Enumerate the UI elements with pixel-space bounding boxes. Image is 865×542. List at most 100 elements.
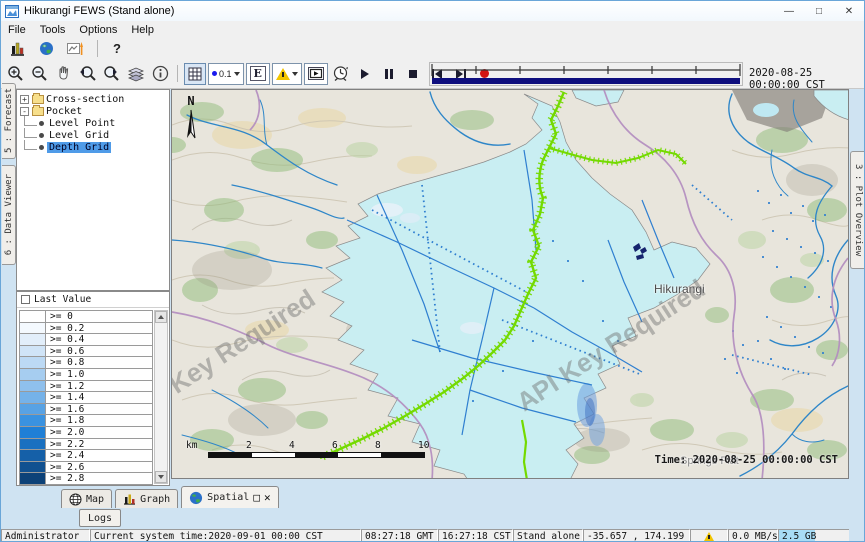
sidebar-tab-data-viewer[interactable]: 6 : Data Viewer (2, 165, 16, 265)
tree-item-level-point[interactable]: Level Point (17, 117, 169, 129)
status-gmt-time: 08:27:18 GMT (361, 529, 438, 542)
left-tab-strip: 5 : Forecast 6 : Data Viewer (1, 89, 16, 486)
forecast-chart-icon[interactable] (6, 38, 28, 60)
legend-row: >= 0.4 (20, 334, 152, 346)
sidebar-tab-plot-overview[interactable]: 3 : Plot Overview (850, 151, 865, 269)
legend-swatch (20, 346, 46, 357)
main-area: 5 : Forecast 6 : Data Viewer + Cross-sect… (1, 89, 865, 486)
menu-help[interactable]: Help (124, 23, 161, 37)
tree-item-label[interactable]: Cross-section (44, 94, 126, 105)
tree-toggle-icon[interactable]: + (20, 95, 29, 104)
logs-row: Logs (1, 508, 865, 529)
legend-swatch (20, 404, 46, 415)
play-button[interactable] (354, 63, 376, 85)
legend-row: >= 2.0 (20, 427, 152, 439)
app-window: Hikurangi FEWS (Stand alone) — □ ✕ FileT… (0, 0, 865, 542)
legend-label: >= 0 (46, 311, 73, 322)
map-time-label: Time: 2020-08-25 00:00:00 CST (655, 454, 838, 466)
stop-button[interactable] (402, 63, 424, 85)
legend-row: >= 1.8 (20, 415, 152, 427)
menu-file[interactable]: File (1, 23, 33, 37)
label-icon: E (250, 66, 266, 81)
tree-item-cross-section[interactable]: + Cross-section (17, 93, 169, 105)
legend-label: >= 2.2 (46, 439, 84, 450)
tree-item-label[interactable]: Depth Grid (47, 142, 111, 153)
label-display-button[interactable]: E (246, 63, 270, 85)
scale-tick-label: 6 (332, 440, 338, 451)
close-button[interactable]: ✕ (834, 1, 864, 21)
scroll-down-icon[interactable] (155, 471, 167, 483)
node-dot-icon (39, 145, 44, 150)
scale-tick-label: 2 (246, 440, 252, 451)
tree-item-depth-grid[interactable]: Depth Grid (17, 141, 169, 153)
status-warning[interactable] (690, 529, 728, 542)
status-network: 0.0 MB/s (728, 529, 778, 542)
scale-tick-label: 10 (418, 440, 429, 451)
legend-row: >= 2.6 (20, 462, 152, 474)
folder-icon (32, 107, 44, 116)
tab-close-icon[interactable]: ✕ (264, 491, 271, 504)
zoom-previous-icon[interactable] (77, 63, 99, 85)
window-title: Hikurangi FEWS (Stand alone) (24, 5, 174, 17)
globe-icon[interactable] (35, 38, 57, 60)
tree-toggle-icon[interactable]: - (20, 107, 29, 116)
map-toolbar: 0.1 E (1, 59, 864, 89)
info-icon[interactable] (149, 63, 171, 85)
tree-item-label[interactable]: Pocket (44, 106, 84, 117)
node-dot-icon (39, 121, 44, 126)
scale-unit: km (186, 440, 197, 451)
legend-label: >= 1.8 (46, 415, 84, 426)
legend-label: >= 1.6 (46, 404, 84, 415)
grid-display-button[interactable] (184, 63, 206, 85)
menu-bar: FileToolsOptionsHelp (1, 21, 864, 38)
scale-tick-label: 8 (375, 440, 381, 451)
legend-swatch (20, 427, 46, 438)
main-toolbar: ? (1, 38, 864, 59)
legend-row: >= 1.2 (20, 381, 152, 393)
legend-table: >= 0>= 0.2>= 0.4>= 0.6>= 0.8>= 1.0>= 1.2… (19, 310, 153, 485)
legend-swatch (20, 381, 46, 392)
legend-label: >= 2.6 (46, 462, 84, 473)
tree-item-pocket[interactable]: - Pocket (17, 105, 169, 117)
animation-settings-icon[interactable] (330, 63, 352, 85)
sidebar-tab-forecast[interactable]: 5 : Forecast (2, 83, 16, 159)
zoom-in-icon[interactable] (5, 63, 27, 85)
legend-panel: Last Value >= 0>= 0.2>= 0.4>= 0.6>= 0.8>… (16, 291, 170, 486)
time-slider[interactable] (429, 62, 743, 87)
contour-value-dropdown[interactable]: 0.1 (208, 63, 244, 85)
tree-item-label[interactable]: Level Grid (47, 130, 111, 141)
legend-swatch (20, 334, 46, 345)
tab-map[interactable]: Map (61, 489, 112, 508)
zoom-out-icon[interactable] (29, 63, 51, 85)
tree-item-level-grid[interactable]: Level Grid (17, 129, 169, 141)
last-value-checkbox[interactable] (21, 295, 30, 304)
menu-tools[interactable]: Tools (33, 23, 73, 37)
legend-label: >= 2.0 (46, 427, 84, 438)
map-canvas (172, 90, 849, 479)
warning-filter-dropdown[interactable] (272, 63, 302, 85)
zoom-next-icon[interactable] (101, 63, 123, 85)
pan-hand-icon[interactable] (53, 63, 75, 85)
folder-icon (32, 95, 44, 104)
legend-row: >= 0 (20, 311, 152, 323)
status-bar: Administrator Current system time:2020-0… (1, 529, 865, 542)
minimize-button[interactable]: — (774, 1, 804, 21)
tree-connector (24, 128, 37, 138)
maximize-button[interactable]: □ (804, 1, 834, 21)
map-view[interactable]: N Hikurangi Springs Flat Time: 2020-08-2… (171, 89, 849, 479)
globe-icon (189, 491, 203, 505)
layers-icon[interactable] (125, 63, 147, 85)
legend-scrollbar[interactable] (154, 310, 168, 484)
logs-button[interactable]: Logs (79, 509, 121, 527)
tab-restore-icon[interactable]: □ (253, 491, 260, 504)
tree-item-label[interactable]: Level Point (47, 118, 117, 129)
tab-graph[interactable]: Graph (115, 489, 178, 508)
tab-spatial[interactable]: Spatial □ ✕ (181, 486, 278, 508)
timeseries-icon[interactable] (64, 38, 86, 60)
pause-button[interactable] (378, 63, 400, 85)
menu-options[interactable]: Options (72, 23, 124, 37)
help-button[interactable]: ? (109, 41, 125, 56)
status-mode: Stand alone (513, 529, 583, 542)
scroll-up-icon[interactable] (155, 311, 167, 323)
movie-export-button[interactable] (304, 63, 328, 85)
